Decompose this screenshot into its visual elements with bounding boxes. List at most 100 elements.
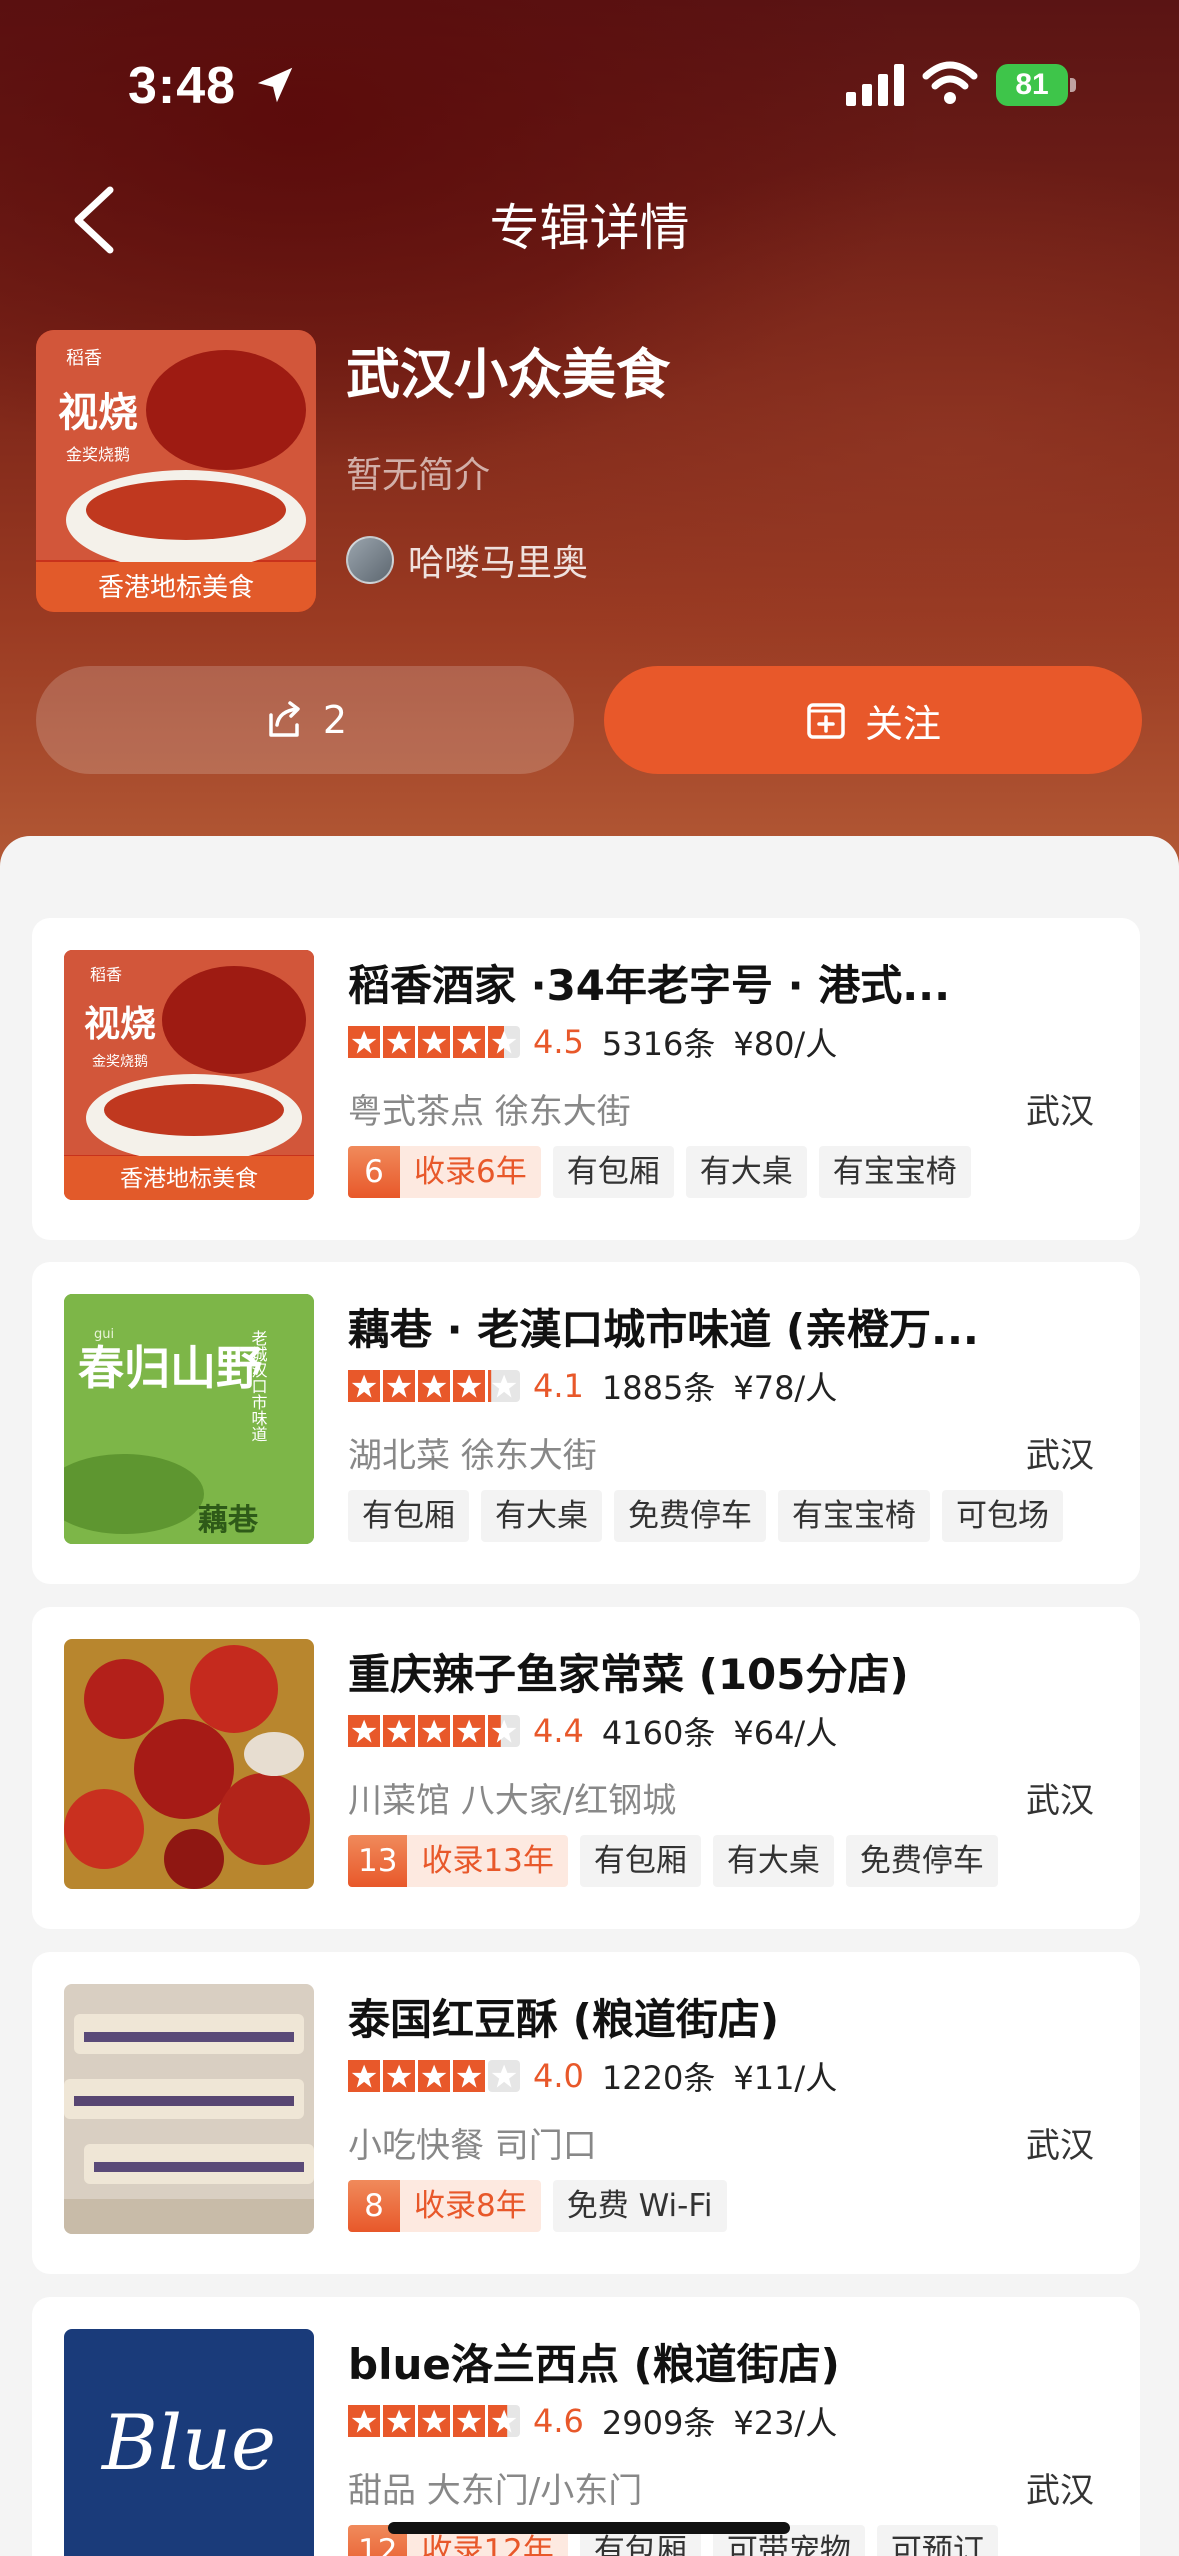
album-cover-subtitle: 金奖烧鹅 [66, 445, 130, 464]
star-icon [418, 1715, 450, 1747]
price-per-person: ¥78/人 [733, 1369, 838, 1407]
feature-tag: 有宝宝椅 [818, 1146, 971, 1198]
star-icon [383, 1370, 415, 1402]
star-icon [383, 1026, 415, 1058]
tag-list: 8 收录8年 免费 Wi-Fi [348, 2180, 739, 2232]
feature-tag: 免费停车 [845, 1835, 998, 1887]
thumb-brand: 藕巷 [198, 1503, 259, 1538]
star-icon [488, 2060, 520, 2092]
battery-indicator: 81 [996, 64, 1076, 106]
thumb-gui: gui [94, 1327, 114, 1342]
album-intro: 暂无简介 [346, 455, 491, 496]
location-arrow-icon [257, 67, 293, 103]
thumb-title: 春归山野 [78, 1341, 262, 1395]
album-cover-title: 视烧 [58, 389, 138, 436]
rating-score: 4.1 [533, 1367, 584, 1405]
star-icon [488, 1026, 520, 1058]
rating-row: 4.0 1220条 ¥11/人 [348, 2056, 838, 2097]
feature-tag: 可包场 [942, 1490, 1063, 1542]
star-icon [453, 2060, 485, 2092]
share-button[interactable]: 2 [36, 666, 574, 774]
share-icon [269, 701, 300, 737]
restaurant-name[interactable]: 泰国红豆酥 (粮道街店) [348, 1986, 1068, 2047]
thumb-side: 老城汉口市味道 [249, 1330, 268, 1442]
nav-bar: 专辑详情 [0, 160, 1179, 280]
restaurant-card[interactable]: Blue blue洛兰西点 (粮道街店) 4.6 2909条 ¥23/人 甜品 … [32, 2297, 1140, 2556]
restaurant-thumbnail: 香港地标美食 稻香 视烧 金奖烧鹅 [64, 950, 314, 1200]
thumb-banner: 香港地标美食 [120, 1166, 258, 1192]
price-per-person: ¥80/人 [733, 1025, 838, 1063]
record-label: 收录8年 [414, 2188, 527, 2224]
restaurant-name[interactable]: 藕巷 · 老漢口城市味道 (亲橙万... [348, 1296, 1068, 1357]
feature-tag: 免费 Wi-Fi [552, 2180, 727, 2232]
feature-tag: 有包厢 [348, 1490, 469, 1542]
restaurant-thumbnail: gui 春归山野 老城汉口市味道 藕巷 [64, 1294, 314, 1544]
city: 武汉 [1026, 1781, 1094, 1821]
star-icon [383, 2060, 415, 2092]
feature-tag: 有包厢 [579, 1835, 701, 1887]
rating-score: 4.4 [533, 1712, 584, 1750]
star-icon [488, 1715, 520, 1747]
rating-score: 4.6 [533, 2402, 584, 2440]
feature-tag: 可预订 [876, 2525, 998, 2556]
star-icon [488, 1370, 520, 1402]
tag-list: 有包厢 有大桌 免费停车 有宝宝椅 可包场 [348, 1490, 1075, 1542]
city: 武汉 [1026, 1092, 1094, 1132]
follow-label: 关注 [864, 701, 941, 746]
restaurant-name[interactable]: 稻香酒家 ·34年老字号 · 港式... [348, 952, 1068, 1013]
category-location: 粤式茶点 徐东大街 [348, 1092, 631, 1132]
restaurant-card[interactable]: 泰国红豆酥 (粮道街店) 4.0 1220条 ¥11/人 小吃快餐 司门口 武汉… [32, 1952, 1140, 2274]
author-name[interactable]: 哈喽马里奥 [408, 534, 588, 586]
record-badge: 13 收录13年 [348, 1835, 568, 1887]
star-icon [348, 1370, 380, 1402]
avatar[interactable] [346, 536, 394, 584]
album-author[interactable]: 哈喽马里奥 [346, 534, 588, 586]
star-rating [348, 1715, 523, 1747]
record-badge: 6 收录6年 [348, 1146, 541, 1198]
add-folder-icon [807, 703, 845, 739]
restaurant-name[interactable]: blue洛兰西点 (粮道街店) [348, 2331, 1068, 2392]
restaurant-name[interactable]: 重庆辣子鱼家常菜 (105分店) [348, 1641, 1068, 1702]
star-icon [348, 1026, 380, 1058]
rating-row: 4.4 4160条 ¥64/人 [348, 1711, 838, 1752]
star-icon [348, 1715, 380, 1747]
album-cover-brand: 稻香 [66, 348, 102, 369]
restaurant-card[interactable]: 香港地标美食 稻香 视烧 金奖烧鹅 稻香酒家 ·34年老字号 · 港式... 4… [32, 918, 1140, 1240]
thumb-title: 视烧 [84, 1003, 156, 1045]
feature-tag: 有大桌 [481, 1490, 602, 1542]
restaurant-card[interactable]: gui 春归山野 老城汉口市味道 藕巷 藕巷 · 老漢口城市味道 (亲橙万...… [32, 1262, 1140, 1584]
feature-tag: 有大桌 [685, 1146, 807, 1198]
rating-row: 4.5 5316条 ¥80/人 [348, 1022, 838, 1063]
star-icon [418, 1026, 450, 1058]
price-per-person: ¥64/人 [733, 1714, 838, 1752]
star-icon [383, 2405, 415, 2437]
album-name: 武汉小众美食 [346, 343, 670, 406]
star-icon [488, 2405, 520, 2437]
star-icon [418, 2060, 450, 2092]
star-rating [348, 2060, 523, 2092]
rating-row: 4.1 1885条 ¥78/人 [348, 1366, 838, 1407]
city: 武汉 [1026, 2126, 1094, 2166]
feature-tag: 有包厢 [552, 1146, 674, 1198]
home-indicator [388, 2522, 790, 2534]
star-rating [348, 1370, 523, 1402]
page-title: 专辑详情 [489, 199, 690, 257]
tag-list: 13 收录13年 有包厢 有大桌 免费停车 [348, 1835, 1010, 1887]
feature-tag: 有大桌 [712, 1835, 834, 1887]
thumb-subtitle: 金奖烧鹅 [92, 1053, 148, 1070]
price-per-person: ¥11/人 [733, 2059, 838, 2097]
follow-button[interactable]: 关注 [604, 666, 1142, 774]
review-count: 4160条 [601, 1714, 716, 1752]
status-time: 3:48 [128, 57, 237, 115]
rating-row: 4.6 2909条 ¥23/人 [348, 2401, 837, 2442]
star-icon [453, 2405, 485, 2437]
review-count: 2909条 [601, 2404, 716, 2442]
share-count: 2 [322, 698, 348, 742]
feature-tag: 有宝宝椅 [778, 1490, 930, 1542]
review-count: 5316条 [601, 1025, 716, 1063]
category-location: 湖北菜 徐东大街 [348, 1436, 597, 1476]
feature-tag: 免费停车 [614, 1490, 766, 1542]
record-years-number: 6 [348, 1146, 400, 1198]
restaurant-card[interactable]: 重庆辣子鱼家常菜 (105分店) 4.4 4160条 ¥64/人 川菜馆 八大家… [32, 1607, 1140, 1929]
star-icon [383, 1715, 415, 1747]
